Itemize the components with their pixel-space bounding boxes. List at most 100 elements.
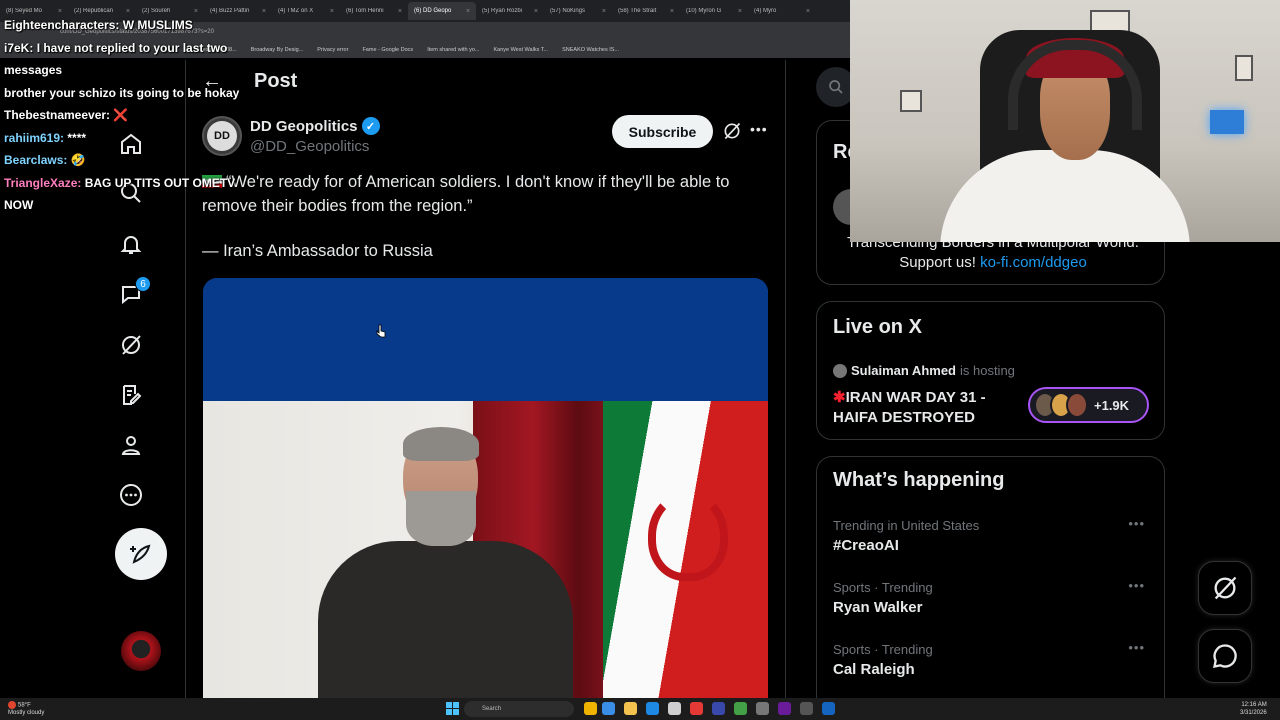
close-tab-icon[interactable]: ×: [398, 8, 402, 15]
wall-frame: [900, 90, 922, 112]
trend-more-icon[interactable]: •••: [1128, 640, 1145, 655]
start-button-icon[interactable]: [446, 702, 459, 715]
trend-name[interactable]: Ryan Walker: [833, 599, 1153, 616]
live-stream-title-text[interactable]: IRAN WAR DAY 31 - HAIFA DESTROYED: [833, 389, 986, 426]
close-tab-icon[interactable]: ×: [670, 8, 674, 15]
live-stream-title[interactable]: ✱IRAN WAR DAY 31 - HAIFA DESTROYED: [833, 388, 1013, 428]
post-media-image[interactable]: [203, 278, 768, 708]
relevant-bio-link[interactable]: ko-fi.com/ddgeo: [980, 254, 1087, 271]
trend-name[interactable]: Cal Raleigh: [833, 661, 1153, 678]
nav-more-icon[interactable]: [119, 483, 143, 507]
weather-widget[interactable]: 58°F Mostly cloudy: [8, 701, 44, 717]
browser-tab-label: (57) NoKings: [550, 8, 586, 14]
close-tab-icon[interactable]: ×: [602, 8, 606, 15]
trend-more-icon[interactable]: •••: [1128, 516, 1145, 531]
bookmark-item[interactable]: Item shared with yo...: [427, 47, 479, 53]
taskbar-app-icon[interactable]: [668, 702, 681, 715]
browser-tab[interactable]: (6) Tom Henni ×: [340, 8, 408, 15]
ambassador-figure: [303, 427, 583, 708]
browser-tab[interactable]: (58) The Strait ×: [612, 8, 680, 15]
nav-notifications-icon[interactable]: [119, 232, 143, 256]
happening-title: What’s happening: [833, 469, 1005, 491]
account-avatar[interactable]: [121, 631, 161, 671]
close-tab-icon[interactable]: ×: [466, 8, 470, 15]
author-name-text[interactable]: DD Geopolitics: [250, 118, 358, 135]
taskbar-search-text: Search: [482, 706, 502, 712]
chrome-icon[interactable]: [690, 702, 703, 715]
more-options-icon[interactable]: •••: [750, 121, 768, 137]
close-tab-icon[interactable]: ×: [534, 8, 538, 15]
taskbar-app-icon[interactable]: [800, 702, 813, 715]
edge-icon[interactable]: [646, 702, 659, 715]
host-name[interactable]: Sulaiman Ahmed: [851, 363, 956, 378]
taskbar-app-icon[interactable]: [602, 702, 615, 715]
chat-text: ****: [67, 130, 87, 145]
taskbar-app-icon[interactable]: [712, 702, 725, 715]
close-tab-icon[interactable]: ×: [330, 8, 334, 15]
author-handle[interactable]: @DD_Geopolitics: [250, 138, 369, 155]
bookmark-item[interactable]: Privacy error: [317, 47, 348, 53]
chat-message: brother your schizo its going to be hoka…: [4, 82, 249, 105]
chat-message: rahiim619: ****: [4, 127, 249, 150]
weather-desc: Mostly cloudy: [8, 709, 45, 716]
bookmark-item[interactable]: Kanye West Walks T...: [493, 47, 548, 53]
taskbar-app-icon[interactable]: [822, 702, 835, 715]
weather-temp: 58°F: [18, 702, 31, 709]
close-tab-icon[interactable]: ×: [738, 8, 742, 15]
post-body: “We're ready for of American soldiers. I…: [202, 173, 730, 215]
browser-tab-label: (58) The Strait: [618, 8, 657, 14]
chat-message: Thebestnameever: ❌: [4, 104, 249, 127]
subscribe-button[interactable]: Subscribe: [612, 115, 713, 148]
trend-more-icon[interactable]: •••: [1128, 578, 1145, 593]
chat-message: Bearclaws: 🤣: [4, 149, 249, 172]
browser-tab[interactable]: (5) Ryan Rozbi ×: [476, 8, 544, 15]
taskbar-app-icon[interactable]: [778, 702, 791, 715]
stream-chat-overlay: Eighteencharacters: W MUSLIMS i7eK: I hav…: [4, 14, 249, 217]
bookmark-item[interactable]: SNEAKO Watches IS...: [562, 47, 619, 53]
browser-tab[interactable]: (57) NoKings ×: [544, 8, 612, 15]
taskbar-clock[interactable]: 12:16 AM 3/31/2026: [1240, 701, 1267, 717]
wall-frame: [1235, 55, 1253, 81]
verified-badge-icon: ✓: [361, 117, 380, 135]
grok-float-button[interactable]: [1198, 561, 1252, 615]
bookmark-item[interactable]: Broadway By Desig...: [251, 47, 304, 53]
close-tab-icon[interactable]: ×: [806, 8, 810, 15]
messages-float-button[interactable]: [1198, 629, 1252, 683]
browser-tab[interactable]: (4) TMZ on X ×: [272, 8, 340, 15]
file-explorer-icon[interactable]: [624, 702, 637, 715]
host-avatar: [833, 363, 847, 378]
nav-grok-icon[interactable]: [119, 333, 143, 357]
media-blue-banner: [203, 278, 768, 401]
browser-tab[interactable]: (6) DD Geopo ×: [408, 2, 476, 20]
host-text: is hosting: [959, 363, 1015, 378]
listener-count: +1.9K: [1094, 397, 1130, 413]
trend-item[interactable]: Sports · Trending Ryan Walker •••: [833, 578, 1153, 616]
trend-name[interactable]: #CreaoAI: [833, 537, 1153, 554]
chat-username: i7eK:: [4, 40, 34, 55]
nav-lists-icon[interactable]: [119, 383, 143, 407]
nav-profile-icon[interactable]: [119, 433, 143, 457]
taskbar-search[interactable]: Search: [464, 701, 574, 717]
author-name[interactable]: DD Geopolitics ✓: [250, 117, 380, 135]
trend-item[interactable]: Trending in United States #CreaoAI •••: [833, 516, 1153, 554]
browser-tab-label: (4) Myro: [754, 8, 777, 14]
close-tab-icon[interactable]: ×: [262, 8, 266, 15]
live-host-line[interactable]: Sulaiman Ahmed is hosting: [833, 363, 1015, 378]
grok-icon[interactable]: [722, 121, 742, 141]
nav-messages-icon[interactable]: 6: [119, 276, 151, 306]
compose-post-button[interactable]: [115, 528, 167, 580]
browser-tab[interactable]: (4) Myro ×: [748, 8, 816, 15]
bookmark-item[interactable]: Fame - Google Docs: [362, 47, 413, 53]
browser-tab[interactable]: (10) Myron G ×: [680, 8, 748, 15]
taskbar-app-icon[interactable]: [756, 702, 769, 715]
taskbar-app-icon[interactable]: [584, 702, 597, 715]
browser-tab-label: (6) DD Geopo: [414, 8, 452, 14]
trend-item[interactable]: Sports · Trending Cal Raleigh •••: [833, 640, 1153, 678]
chat-username: TriangleXaze:: [4, 175, 82, 190]
taskbar-app-icon[interactable]: [734, 702, 747, 715]
search-icon: [829, 80, 843, 94]
column-divider-right: [785, 60, 786, 700]
browser-tab-label: (10) Myron G: [686, 8, 722, 14]
windows-taskbar: 58°F Mostly cloudy Search 12:16 AM 3/31/…: [0, 698, 1280, 720]
live-listeners-pill[interactable]: +1.9K: [1028, 387, 1149, 423]
